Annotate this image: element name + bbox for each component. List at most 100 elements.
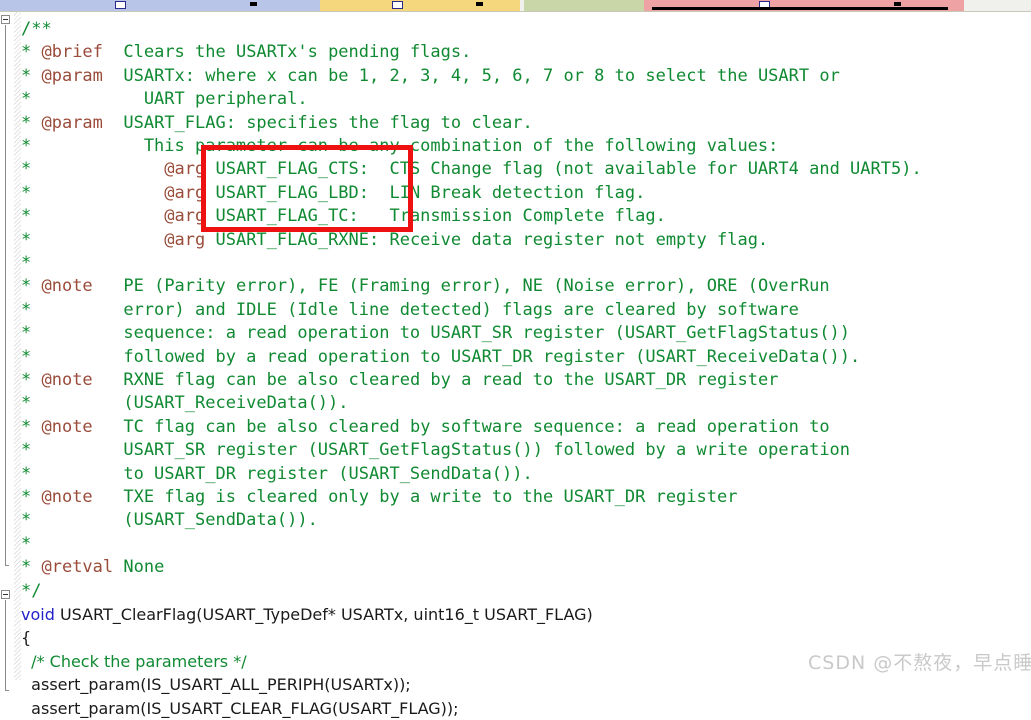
code-token-cmt: * This parameter can be any combination … (21, 136, 779, 156)
code-token-cmt: * (21, 182, 165, 203)
code-token-tag: @note (41, 487, 93, 507)
code-line[interactable]: * @brief Clears the USARTx's pending fla… (21, 41, 471, 64)
code-token-tag: @brief (41, 42, 103, 63)
code-token-cmt: /** (21, 19, 52, 39)
code-line[interactable]: * @arg USART_FLAG_TC: Transmission Compl… (21, 205, 666, 228)
code-line[interactable]: * UART peripheral. (21, 88, 308, 111)
fold-range-end-tick (5, 565, 9, 566)
code-line[interactable]: * @note TC flag can be also cleared by s… (21, 416, 830, 439)
code-line[interactable]: * (USART_ReceiveData()). (21, 392, 349, 415)
code-token-cmt: USART_FLAG_RXNE: Receive data register n… (205, 229, 769, 250)
tab-close-icon[interactable] (476, 2, 483, 6)
code-token-tag: @arg (164, 182, 206, 203)
code-token-cmt: USART_FLAG_TC: Transmission Complete fla… (205, 206, 666, 227)
code-token-tag: @arg (164, 159, 206, 180)
code-token-cmt: * (21, 206, 165, 227)
code-line[interactable]: * @note PE (Parity error), FE (Framing e… (21, 275, 830, 298)
code-line[interactable]: { (21, 626, 31, 649)
code-token-cmt: USART_FLAG_CTS: CTS Change flag (not ava… (205, 159, 922, 180)
code-line[interactable]: * @param USARTx: where x can be 1, 2, 3,… (21, 65, 840, 88)
code-line[interactable]: assert_param(IS_USART_CLEAR_FLAG(USART_F… (21, 697, 459, 720)
code-token-tag: @param (41, 65, 103, 86)
code-token-plain: assert_param(IS_USART_ALL_PERIPH(USARTx)… (21, 675, 411, 695)
code-token-cmt: * UART peripheral. (21, 89, 308, 110)
fold-range-line (5, 25, 6, 565)
code-token-tag: @note (41, 276, 93, 297)
code-line[interactable]: * @param USART_FLAG: specifies the flag … (21, 112, 533, 135)
code-token-tag: @arg (164, 229, 206, 250)
code-line[interactable]: * error) and IDLE (Idle line detected) f… (21, 299, 799, 322)
file-icon (115, 1, 126, 9)
code-line[interactable]: /* Check the parameters */ (21, 650, 247, 673)
code-line[interactable]: * @note RXNE flag can be also cleared by… (21, 369, 778, 392)
code-token-cmt: /* Check the parameters */ (21, 651, 247, 671)
editor-gutter-hatch (14, 12, 21, 680)
code-token-cmt: USARTx: where x can be 1, 2, 3, 4, 5, 6,… (102, 65, 840, 86)
active-tab-underline (652, 7, 948, 10)
editor-fold-gutter[interactable] (0, 12, 14, 691)
code-token-cmt: * (21, 42, 42, 63)
code-token-cmt: * (21, 253, 32, 273)
code-text-area[interactable]: /** * @brief Clears the USARTx's pending … (21, 12, 1031, 718)
code-token-cmt: PE (Parity error), FE (Framing error), N… (92, 276, 830, 297)
code-token-cmt: * (21, 487, 42, 507)
code-token-plain: { (21, 628, 32, 648)
code-line[interactable]: * (21, 252, 31, 275)
tab-close-icon[interactable] (250, 2, 257, 6)
code-token-cmt: * (21, 557, 42, 578)
tab-close-icon[interactable] (894, 2, 901, 6)
code-token-cmt: TXE flag is cleared only by a write to t… (92, 487, 738, 507)
code-token-cmt: * (21, 276, 42, 297)
code-token-cmt: * (21, 112, 42, 133)
code-line[interactable]: * @note TXE flag is cleared only by a wr… (21, 486, 737, 509)
code-token-cmt: * (USART_SendData()). (21, 510, 318, 531)
editor-tab-0[interactable] (0, 0, 320, 11)
code-line[interactable]: * @arg USART_FLAG_CTS: CTS Change flag (… (21, 158, 922, 181)
code-line[interactable]: * to USART_DR register (USART_SendData()… (21, 463, 533, 486)
code-token-cmt: */ (21, 580, 42, 601)
code-token-cmt: Clears the USARTx's pending flags. (102, 42, 472, 63)
code-token-cmt: * (21, 533, 32, 554)
code-token-cmt: * error) and IDLE (Idle line detected) f… (21, 299, 799, 320)
code-token-cmt: * USART_SR register (USART_GetFlagStatus… (21, 440, 851, 461)
code-line[interactable]: * sequence: a read operation to USART_SR… (21, 322, 850, 345)
file-icon (392, 1, 403, 9)
code-token-plain: assert_param(IS_USART_CLEAR_FLAG(USART_F… (21, 698, 459, 718)
code-token-cmt: RXNE flag can be also cleared by a read … (92, 370, 779, 390)
code-line[interactable]: * (21, 533, 31, 556)
code-token-tag: @retval (41, 557, 114, 578)
csdn-watermark: CSDN @不熬夜，早点睡 (808, 652, 1031, 674)
code-token-cmt: None (113, 557, 165, 578)
code-token-tag: @note (41, 416, 93, 437)
code-token-tag: @note (41, 370, 93, 390)
code-line[interactable]: */ (21, 580, 41, 603)
code-token-cmt: * (21, 229, 165, 250)
code-line[interactable]: * USART_SR register (USART_GetFlagStatus… (21, 439, 850, 462)
code-line[interactable]: void USART_ClearFlag(USART_TypeDef* USAR… (21, 603, 593, 626)
code-line[interactable]: * @arg USART_FLAG_RXNE: Receive data reg… (21, 229, 768, 252)
code-line[interactable]: * @arg USART_FLAG_LBD: LIN Break detecti… (21, 182, 645, 205)
code-token-tag: @arg (164, 206, 206, 227)
code-line[interactable]: * followed by a read operation to USART_… (21, 346, 860, 369)
code-token-cmt: * (21, 370, 42, 390)
code-editor-surface[interactable]: /** * @brief Clears the USARTx's pending … (0, 12, 1031, 718)
fold-toggle-icon[interactable] (1, 590, 10, 599)
code-token-cmt: * (USART_ReceiveData()). (21, 393, 349, 414)
code-line[interactable]: * @retval None (21, 556, 164, 579)
code-token-cmt: * followed by a read operation to USART_… (21, 346, 861, 367)
code-token-cmt: TC flag can be also cleared by software … (92, 416, 830, 437)
editor-tab-1[interactable] (320, 0, 520, 11)
code-token-tag: @param (41, 112, 103, 133)
code-token-cmt: * (21, 159, 165, 180)
code-line[interactable]: assert_param(IS_USART_ALL_PERIPH(USARTx)… (21, 673, 411, 696)
code-token-cmt: USART_FLAG_LBD: LIN Break detection flag… (205, 182, 646, 203)
code-token-cmt: * (21, 65, 42, 86)
code-line[interactable]: /** (21, 18, 52, 41)
fold-range-end-tick (5, 690, 9, 691)
fold-range-line (5, 600, 6, 690)
code-token-cmt: * sequence: a read operation to USART_SR… (21, 323, 851, 344)
code-line[interactable]: * (USART_SendData()). (21, 509, 318, 532)
code-line[interactable]: * This parameter can be any combination … (21, 135, 778, 158)
fold-toggle-icon[interactable] (1, 15, 10, 24)
code-token-cmt: * to USART_DR register (USART_SendData()… (21, 463, 533, 484)
